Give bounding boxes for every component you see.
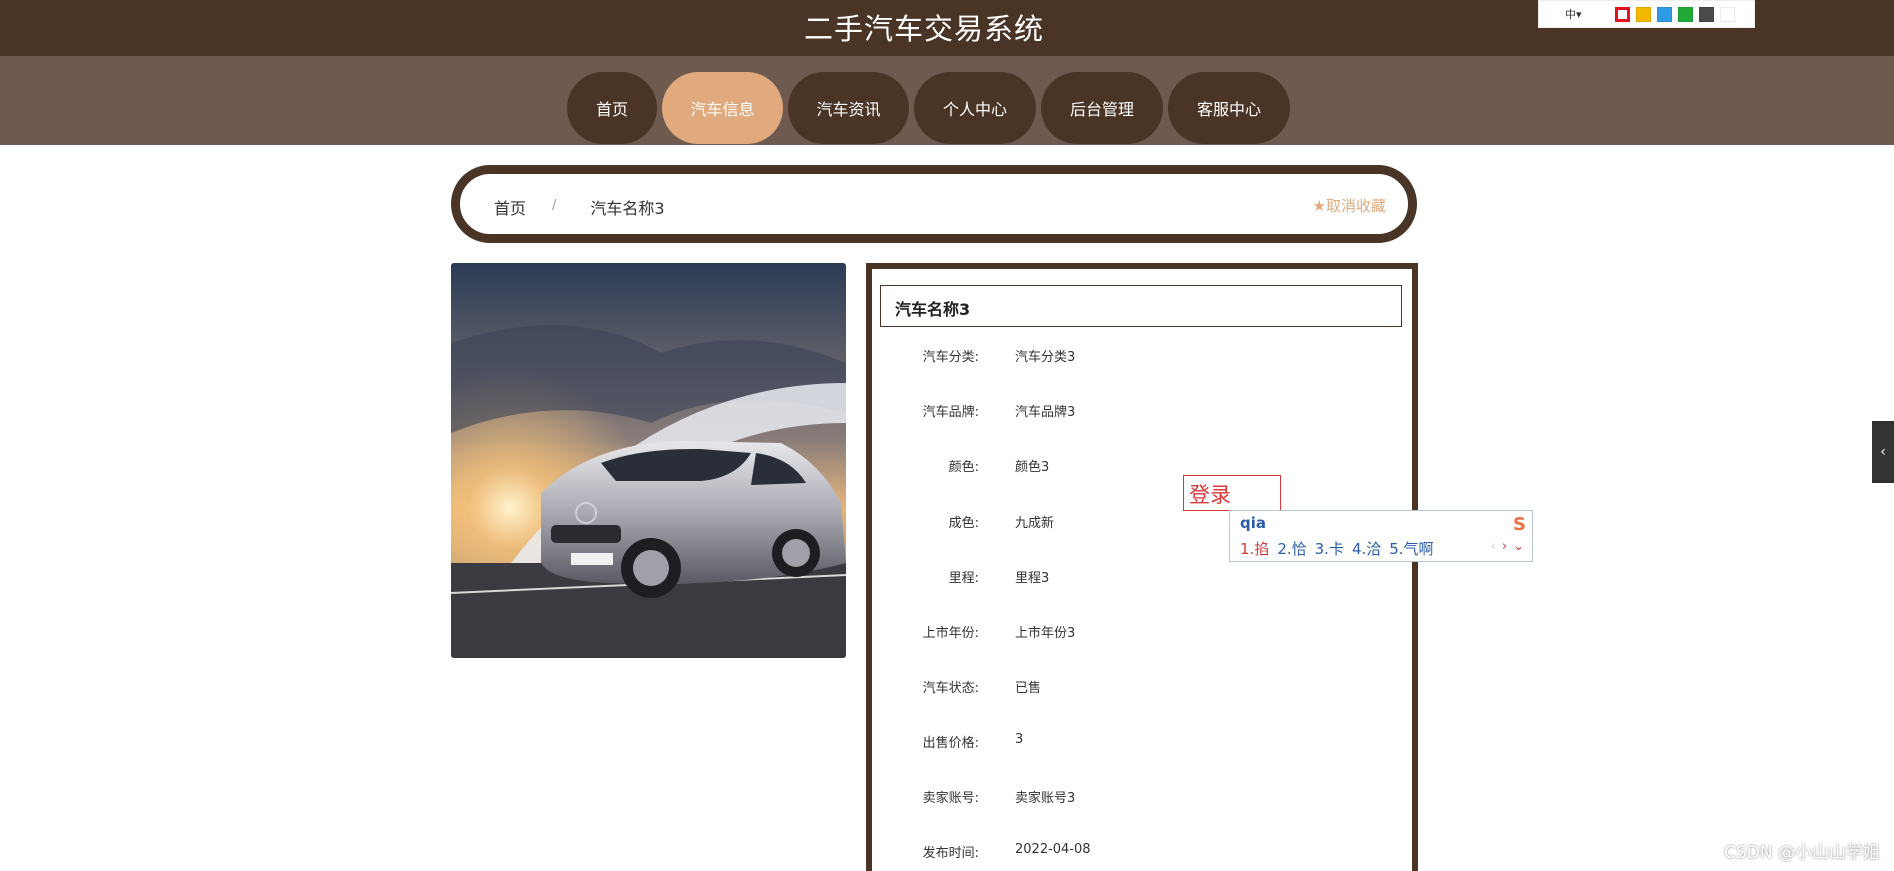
field-value: 3 — [1015, 732, 1024, 747]
field-label: 汽车状态: — [922, 681, 979, 696]
unfavorite-label: 取消收藏 — [1325, 197, 1386, 215]
field-value: 上市年份3 — [1015, 626, 1076, 641]
ime-candidate[interactable]: 4.洽 — [1352, 538, 1381, 559]
theme-red-swatch[interactable] — [1615, 6, 1630, 22]
theme-green-swatch[interactable] — [1678, 6, 1693, 22]
theme-blue-swatch[interactable] — [1657, 6, 1672, 22]
ime-candidates: 1.掐 2.恰 3.卡 4.洽 5.气啊 — [1240, 538, 1434, 559]
ime-candidate[interactable]: 3.卡 — [1315, 538, 1344, 559]
language-select[interactable]: 中▾ — [1565, 6, 1609, 22]
car-image — [451, 263, 846, 658]
nav-car-news[interactable]: 汽车资讯 — [788, 72, 909, 144]
field-label: 发布时间: — [922, 846, 979, 861]
field-value: 里程3 — [1015, 571, 1050, 586]
breadcrumb-bar: 首页 / 汽车名称3 ★取消收藏 — [451, 165, 1417, 243]
field-value: 2022-04-08 — [1015, 842, 1091, 857]
field-value: 卖家账号3 — [1015, 791, 1076, 806]
car-name-title: 汽车名称3 — [880, 285, 1402, 327]
theme-switcher: 中▾ — [1538, 0, 1755, 28]
car-detail-panel: 汽车名称3 汽车分类: 汽车分类3 汽车品牌: 汽车品牌3 颜色: 颜色3 成色: 九成… — [866, 263, 1418, 871]
breadcrumb-separator: / — [552, 198, 557, 213]
field-label: 汽车分类: — [922, 350, 979, 365]
sogou-logo-icon: S — [1513, 514, 1526, 535]
breadcrumb-home[interactable]: 首页 — [494, 195, 526, 219]
field-label: 里程: — [948, 571, 979, 586]
field-value: 九成新 — [1015, 516, 1055, 531]
side-collapse-tab[interactable]: ‹ — [1872, 421, 1894, 483]
chevron-down-icon[interactable]: ⌄ — [1513, 539, 1524, 554]
watermark: CSDN @小山山学姐 — [1724, 843, 1880, 863]
nav-service[interactable]: 客服中心 — [1168, 72, 1290, 144]
ime-candidate[interactable]: 5.气啊 — [1389, 538, 1433, 559]
field-label: 颜色: — [948, 460, 979, 475]
field-value: 颜色3 — [1015, 460, 1050, 475]
chevron-left-icon: ‹ — [1880, 444, 1886, 460]
field-label: 卖家账号: — [922, 791, 979, 806]
theme-white-swatch[interactable] — [1720, 6, 1735, 22]
login-popup[interactable]: 登录 — [1183, 475, 1281, 511]
ime-candidate[interactable]: 2.恰 — [1277, 538, 1306, 559]
chevron-right-icon[interactable]: › — [1502, 539, 1507, 554]
field-value: 已售 — [1015, 681, 1042, 696]
nav-car-info[interactable]: 汽车信息 — [662, 72, 783, 144]
main-nav: 首页 汽车信息 汽车资讯 个人中心 后台管理 客服中心 — [567, 72, 1290, 144]
star-icon: ★ — [1312, 197, 1326, 215]
nav-user-center[interactable]: 个人中心 — [914, 72, 1036, 144]
field-label: 汽车品牌: — [922, 405, 979, 420]
breadcrumb-current: 汽车名称3 — [590, 199, 665, 218]
field-label: 出售价格: — [922, 736, 979, 751]
ime-candidate-window: qia S 1.掐 2.恰 3.卡 4.洽 5.气啊 ‹ › ⌄ — [1229, 510, 1533, 562]
unfavorite-button[interactable]: ★取消收藏 — [1313, 195, 1386, 216]
theme-gray-swatch[interactable] — [1699, 6, 1714, 22]
ime-composition: qia — [1240, 514, 1267, 532]
field-label: 上市年份: — [922, 626, 979, 641]
field-value: 汽车品牌3 — [1015, 405, 1076, 420]
ime-page-controls: ‹ › ⌄ — [1491, 539, 1524, 554]
breadcrumb: 首页 / 汽车名称3 — [494, 195, 665, 219]
nav-home[interactable]: 首页 — [567, 72, 657, 144]
nav-admin[interactable]: 后台管理 — [1041, 72, 1163, 144]
theme-yellow-swatch[interactable] — [1636, 6, 1651, 22]
field-label: 成色: — [948, 516, 979, 531]
chevron-left-icon[interactable]: ‹ — [1491, 539, 1496, 554]
field-value: 汽车分类3 — [1015, 350, 1076, 365]
ime-candidate[interactable]: 1.掐 — [1240, 538, 1269, 559]
